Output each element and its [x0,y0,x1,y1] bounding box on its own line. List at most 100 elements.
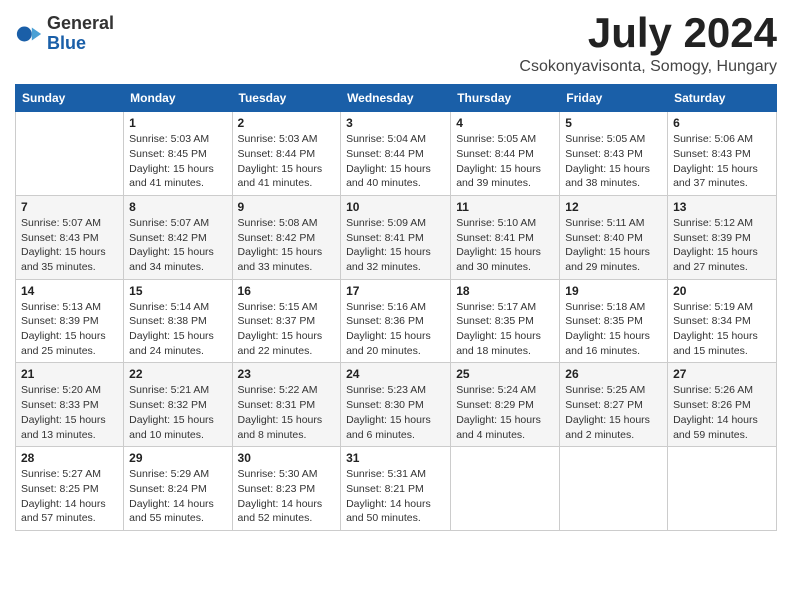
weekday-header-wednesday: Wednesday [341,85,451,112]
page-header: General Blue July 2024 Csokonyavisonta, … [15,10,777,76]
day-number: 21 [21,367,118,381]
day-number: 9 [238,200,336,214]
calendar-table: SundayMondayTuesdayWednesdayThursdayFrid… [15,84,777,531]
day-info: Sunrise: 5:08 AMSunset: 8:42 PMDaylight:… [238,216,336,275]
day-number: 27 [673,367,771,381]
day-info: Sunrise: 5:24 AMSunset: 8:29 PMDaylight:… [456,383,554,442]
calendar-cell: 2 Sunrise: 5:03 AMSunset: 8:44 PMDaylight… [232,112,341,196]
calendar-cell: 12 Sunrise: 5:11 AMSunset: 8:40 PMDayligh… [560,195,668,279]
calendar-cell: 21Sunrise: 5:20 AMSunset: 8:33 PMDayligh… [16,363,124,447]
day-number: 4 [456,116,554,130]
day-info: Sunrise: 5:15 AMSunset: 8:37 PMDaylight:… [238,300,336,359]
calendar-cell: 30 Sunrise: 5:30 AMSunset: 8:23 PMDayligh… [232,447,341,531]
calendar-cell: 27Sunrise: 5:26 AMSunset: 8:26 PMDayligh… [668,363,777,447]
day-info: Sunrise: 5:11 AMSunset: 8:40 PMDaylight:… [565,216,662,275]
day-info: Sunrise: 5:23 AMSunset: 8:30 PMDaylight:… [346,383,445,442]
calendar-cell: 29 Sunrise: 5:29 AMSunset: 8:24 PMDayligh… [124,447,232,531]
day-number: 14 [21,284,118,298]
calendar-cell: 1 Sunrise: 5:03 AMSunset: 8:45 PMDaylight… [124,112,232,196]
day-number: 5 [565,116,662,130]
day-info: Sunrise: 5:03 AMSunset: 8:45 PMDaylight:… [129,132,226,191]
day-number: 12 [565,200,662,214]
day-number: 15 [129,284,226,298]
calendar-cell: 5 Sunrise: 5:05 AMSunset: 8:43 PMDaylight… [560,112,668,196]
calendar-cell: 6Sunrise: 5:06 AMSunset: 8:43 PMDaylight… [668,112,777,196]
day-number: 22 [129,367,226,381]
day-number: 29 [129,451,226,465]
day-info: Sunrise: 5:14 AMSunset: 8:38 PMDaylight:… [129,300,226,359]
weekday-header-monday: Monday [124,85,232,112]
calendar-cell: 23 Sunrise: 5:22 AMSunset: 8:31 PMDayligh… [232,363,341,447]
calendar-cell: 18 Sunrise: 5:17 AMSunset: 8:35 PMDayligh… [451,279,560,363]
calendar-cell: 8Sunrise: 5:07 AMSunset: 8:42 PMDaylight… [124,195,232,279]
day-info: Sunrise: 5:30 AMSunset: 8:23 PMDaylight:… [238,467,336,526]
calendar-cell: 22 Sunrise: 5:21 AMSunset: 8:32 PMDayligh… [124,363,232,447]
day-info: Sunrise: 5:18 AMSunset: 8:35 PMDaylight:… [565,300,662,359]
day-info: Sunrise: 5:22 AMSunset: 8:31 PMDaylight:… [238,383,336,442]
week-row-1: 1 Sunrise: 5:03 AMSunset: 8:45 PMDaylight… [16,112,777,196]
day-number: 20 [673,284,771,298]
weekday-header-tuesday: Tuesday [232,85,341,112]
day-info: Sunrise: 5:03 AMSunset: 8:44 PMDaylight:… [238,132,336,191]
month-title: July 2024 [519,10,777,56]
weekday-header-friday: Friday [560,85,668,112]
day-info: Sunrise: 5:19 AMSunset: 8:34 PMDaylight:… [673,300,771,359]
day-info: Sunrise: 5:06 AMSunset: 8:43 PMDaylight:… [673,132,771,191]
weekday-header-saturday: Saturday [668,85,777,112]
day-info: Sunrise: 5:09 AMSunset: 8:41 PMDaylight:… [346,216,445,275]
day-number: 17 [346,284,445,298]
calendar-cell: 28Sunrise: 5:27 AMSunset: 8:25 PMDayligh… [16,447,124,531]
day-info: Sunrise: 5:07 AMSunset: 8:43 PMDaylight:… [21,216,118,275]
day-number: 1 [129,116,226,130]
day-info: Sunrise: 5:31 AMSunset: 8:21 PMDaylight:… [346,467,445,526]
logo-general-label: General [47,14,114,34]
day-number: 13 [673,200,771,214]
day-number: 7 [21,200,118,214]
day-info: Sunrise: 5:17 AMSunset: 8:35 PMDaylight:… [456,300,554,359]
calendar-cell: 15 Sunrise: 5:14 AMSunset: 8:38 PMDayligh… [124,279,232,363]
day-number: 2 [238,116,336,130]
title-section: July 2024 Csokonyavisonta, Somogy, Hunga… [519,10,777,76]
calendar-cell: 31 Sunrise: 5:31 AMSunset: 8:21 PMDayligh… [341,447,451,531]
day-number: 8 [129,200,226,214]
calendar-cell: 25 Sunrise: 5:24 AMSunset: 8:29 PMDayligh… [451,363,560,447]
calendar-cell: 14Sunrise: 5:13 AMSunset: 8:39 PMDayligh… [16,279,124,363]
calendar-cell: 4 Sunrise: 5:05 AMSunset: 8:44 PMDaylight… [451,112,560,196]
logo-text: General Blue [47,14,114,54]
calendar-cell: 20 Sunrise: 5:19 AMSunset: 8:34 PMDayligh… [668,279,777,363]
day-number: 3 [346,116,445,130]
calendar-cell: 16Sunrise: 5:15 AMSunset: 8:37 PMDayligh… [232,279,341,363]
calendar-cell: 19Sunrise: 5:18 AMSunset: 8:35 PMDayligh… [560,279,668,363]
day-number: 24 [346,367,445,381]
logo: General Blue [15,14,114,54]
day-info: Sunrise: 5:21 AMSunset: 8:32 PMDaylight:… [129,383,226,442]
calendar-cell [16,112,124,196]
calendar-cell: 11Sunrise: 5:10 AMSunset: 8:41 PMDayligh… [451,195,560,279]
calendar-cell [668,447,777,531]
day-info: Sunrise: 5:05 AMSunset: 8:44 PMDaylight:… [456,132,554,191]
calendar-cell: 9 Sunrise: 5:08 AMSunset: 8:42 PMDaylight… [232,195,341,279]
day-number: 28 [21,451,118,465]
logo-blue-label: Blue [47,34,114,54]
day-number: 11 [456,200,554,214]
week-row-3: 14Sunrise: 5:13 AMSunset: 8:39 PMDayligh… [16,279,777,363]
calendar-cell: 13 Sunrise: 5:12 AMSunset: 8:39 PMDayligh… [668,195,777,279]
calendar-cell [451,447,560,531]
calendar-cell: 26Sunrise: 5:25 AMSunset: 8:27 PMDayligh… [560,363,668,447]
weekday-header-row: SundayMondayTuesdayWednesdayThursdayFrid… [16,85,777,112]
day-number: 30 [238,451,336,465]
day-number: 25 [456,367,554,381]
day-info: Sunrise: 5:29 AMSunset: 8:24 PMDaylight:… [129,467,226,526]
day-number: 10 [346,200,445,214]
calendar-cell: 17Sunrise: 5:16 AMSunset: 8:36 PMDayligh… [341,279,451,363]
calendar-cell: 24 Sunrise: 5:23 AMSunset: 8:30 PMDayligh… [341,363,451,447]
day-number: 23 [238,367,336,381]
day-info: Sunrise: 5:12 AMSunset: 8:39 PMDaylight:… [673,216,771,275]
calendar-cell: 10 Sunrise: 5:09 AMSunset: 8:41 PMDayligh… [341,195,451,279]
day-info: Sunrise: 5:25 AMSunset: 8:27 PMDaylight:… [565,383,662,442]
day-info: Sunrise: 5:05 AMSunset: 8:43 PMDaylight:… [565,132,662,191]
weekday-header-thursday: Thursday [451,85,560,112]
day-number: 18 [456,284,554,298]
day-info: Sunrise: 5:04 AMSunset: 8:44 PMDaylight:… [346,132,445,191]
day-number: 31 [346,451,445,465]
